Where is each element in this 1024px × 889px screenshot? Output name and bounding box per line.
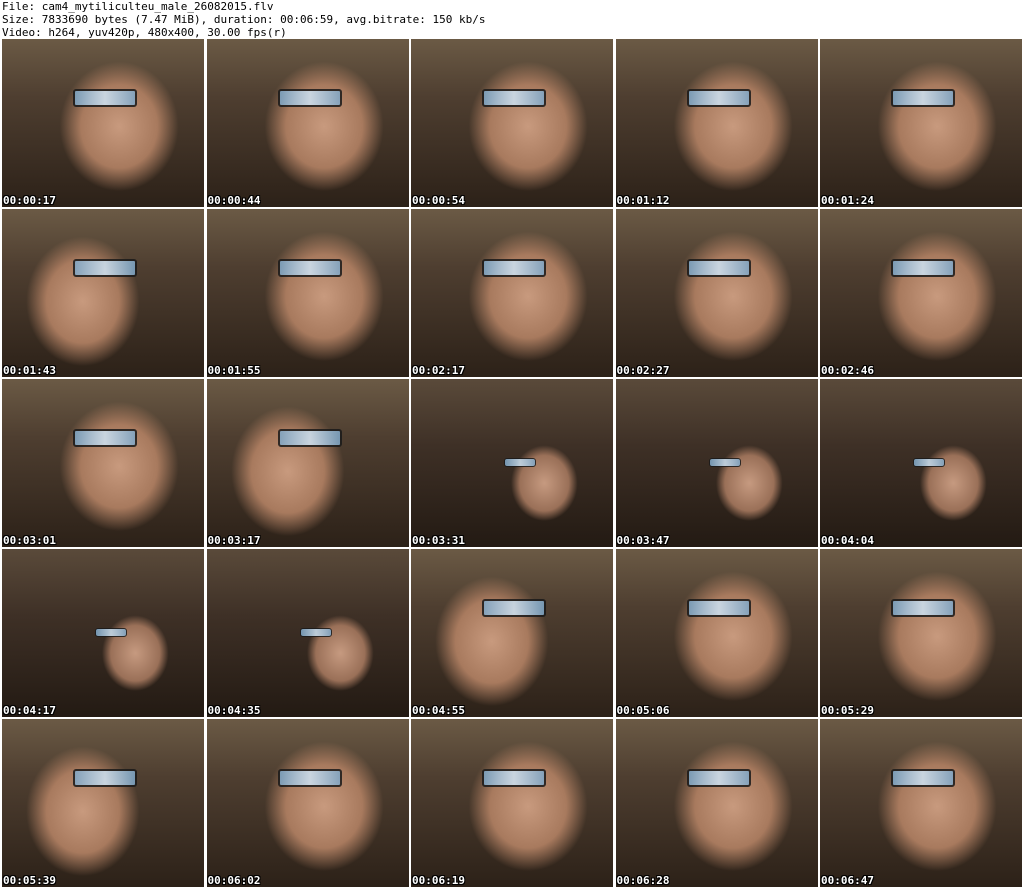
timestamp-label: 00:04:55 (412, 704, 465, 717)
video-thumbnail: 00:04:35 (206, 549, 409, 717)
timestamp-label: 00:01:12 (616, 194, 670, 207)
glasses-highlight (891, 769, 955, 788)
glasses-highlight (482, 769, 546, 788)
glasses-highlight (73, 429, 137, 448)
video-thumbnail: 00:01:55 (206, 209, 409, 377)
file-size-line: Size: 7833690 bytes (7.47 MiB), duration… (2, 13, 486, 26)
timestamp-label: 00:02:27 (616, 364, 670, 377)
video-thumbnail: 00:04:55 (411, 549, 613, 717)
glasses-highlight (277, 259, 342, 278)
glasses-highlight (482, 599, 546, 618)
timestamp-label: 00:06:02 (207, 874, 261, 887)
glasses-highlight (913, 457, 945, 467)
timestamp-label: 00:03:17 (207, 534, 261, 547)
glasses-highlight (73, 769, 137, 788)
timestamp-label: 00:01:55 (207, 364, 261, 377)
video-thumbnail: 00:03:17 (206, 379, 409, 547)
timestamp-label: 00:05:29 (821, 704, 874, 717)
timestamp-label: 00:01:24 (821, 194, 874, 207)
glasses-highlight (95, 627, 127, 637)
glasses-highlight (891, 599, 955, 618)
glasses-highlight (482, 89, 546, 108)
glasses-highlight (686, 89, 751, 108)
glasses-highlight (686, 259, 751, 278)
glasses-highlight (299, 627, 332, 637)
video-thumbnail: 00:06:47 (820, 719, 1022, 887)
video-thumbnail: 00:02:17 (411, 209, 613, 377)
timestamp-label: 00:04:35 (207, 704, 261, 717)
thumbnail-grid: 00:00:17 00:00:44 00:00:54 00:01:12 00:01:24… (2, 39, 1022, 887)
timestamp-label: 00:03:31 (412, 534, 465, 547)
file-info-header: File: cam4_mytiliculteu_male_26082015.fl… (2, 0, 485, 39)
video-thumbnail: 00:01:43 (2, 209, 204, 377)
glasses-highlight (482, 259, 546, 278)
timestamp-label: 00:04:04 (821, 534, 874, 547)
video-thumbnail: 00:01:12 (615, 39, 818, 207)
glasses-highlight (891, 259, 955, 278)
video-thumbnail: 00:03:01 (2, 379, 204, 547)
glasses-highlight (73, 259, 137, 278)
timestamp-label: 00:03:47 (616, 534, 670, 547)
timestamp-label: 00:01:43 (3, 364, 56, 377)
timestamp-label: 00:02:17 (412, 364, 465, 377)
video-thumbnail: 00:05:39 (2, 719, 204, 887)
glasses-highlight (277, 769, 342, 788)
video-thumbnail: 00:05:06 (615, 549, 818, 717)
timestamp-label: 00:06:19 (412, 874, 465, 887)
timestamp-label: 00:00:17 (3, 194, 56, 207)
timestamp-label: 00:04:17 (3, 704, 56, 717)
timestamp-label: 00:02:46 (821, 364, 874, 377)
video-thumbnail: 00:06:28 (615, 719, 818, 887)
video-thumbnail: 00:06:02 (206, 719, 409, 887)
glasses-highlight (73, 89, 137, 108)
video-thumbnail: 00:04:17 (2, 549, 204, 717)
timestamp-label: 00:05:39 (3, 874, 56, 887)
glasses-highlight (891, 89, 955, 108)
timestamp-label: 00:00:54 (412, 194, 465, 207)
timestamp-label: 00:05:06 (616, 704, 670, 717)
glasses-highlight (277, 89, 342, 108)
video-thumbnail: 00:00:17 (2, 39, 204, 207)
video-thumbnail: 00:00:44 (206, 39, 409, 207)
video-thumbnail: 00:03:31 (411, 379, 613, 547)
file-name-line: File: cam4_mytiliculteu_male_26082015.fl… (2, 0, 274, 13)
timestamp-label: 00:03:01 (3, 534, 56, 547)
video-info-line: Video: h264, yuv420p, 480x400, 30.00 fps… (2, 26, 287, 39)
glasses-highlight (686, 599, 751, 618)
video-thumbnail: 00:04:04 (820, 379, 1022, 547)
timestamp-label: 00:06:28 (616, 874, 670, 887)
video-thumbnail: 00:06:19 (411, 719, 613, 887)
video-thumbnail: 00:01:24 (820, 39, 1022, 207)
glasses-highlight (686, 769, 751, 788)
timestamp-label: 00:00:44 (207, 194, 261, 207)
glasses-highlight (277, 429, 342, 448)
video-thumbnail: 00:05:29 (820, 549, 1022, 717)
glasses-highlight (708, 457, 741, 467)
video-thumbnail: 00:00:54 (411, 39, 613, 207)
video-thumbnail: 00:02:27 (615, 209, 818, 377)
glasses-highlight (504, 457, 536, 467)
video-thumbnail: 00:02:46 (820, 209, 1022, 377)
timestamp-label: 00:06:47 (821, 874, 874, 887)
video-thumbnail: 00:03:47 (615, 379, 818, 547)
